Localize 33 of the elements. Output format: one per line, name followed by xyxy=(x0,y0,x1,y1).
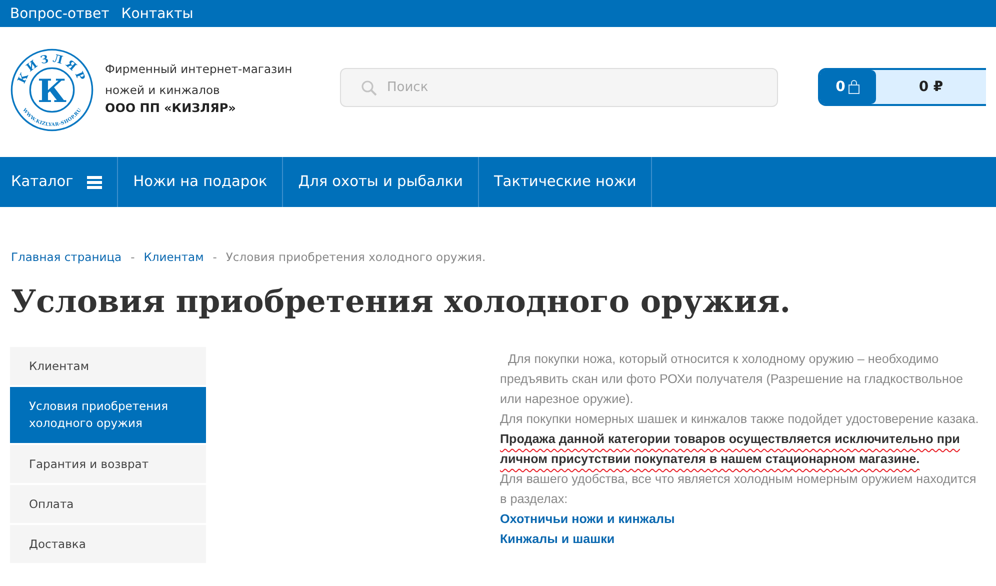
section-link[interactable]: Кинжалы и шашки xyxy=(500,529,986,549)
nav-item[interactable]: Каталог xyxy=(0,157,118,207)
menu-icon xyxy=(87,176,102,188)
paragraph: Продажа данной категории товаров осуществляется исключительно при личном присутствии покупателя в нашем стационарном магазине. xyxy=(500,431,961,468)
paragraph: Для покупки ножа, который относится к холодному оружию – необходимо предъявить скан или фото РОХи получателя (Разрешение на гладкоствольное или нарезное оружие). xyxy=(500,351,964,408)
cart-total: 0 ₽ xyxy=(918,79,944,95)
sidebar-item[interactable]: Доставка xyxy=(10,525,206,563)
paragraph: Для покупки номерных шашек и кинжалов также подойдет удостоверение казака. xyxy=(500,411,980,428)
breadcrumb-link[interactable]: Главная страница xyxy=(11,250,122,264)
breadcrumb-current: Условия приобретения холодного оружия. xyxy=(226,250,486,264)
cart-count-button[interactable]: 0 xyxy=(820,70,876,104)
section-link[interactable]: Охотничьи ножи и кинжалы xyxy=(500,509,986,529)
company-name: ООО ПП «КИЗЛЯР» xyxy=(105,101,237,115)
paragraph: Для вашего удобства, все что является холодным номерным оружием находится в разделах: xyxy=(500,471,978,508)
tagline-text: Фирменный интернет-магазин xyxy=(105,61,294,78)
page-title: Условия приобретения холодного оружия. xyxy=(11,284,792,322)
top-link[interactable]: Контакты xyxy=(121,6,194,22)
nav-item[interactable]: Тактические ножи xyxy=(478,157,652,207)
nav-item[interactable]: Для охоты и рыбалки xyxy=(283,157,479,207)
search-field[interactable]: Поиск xyxy=(340,68,778,106)
sidebar-item[interactable]: Условия приобретения холодного оружия xyxy=(10,387,206,443)
search-icon xyxy=(361,80,377,96)
bag-icon xyxy=(848,80,860,94)
breadcrumb-link[interactable]: Клиентам xyxy=(144,250,204,264)
top-link[interactable]: Вопрос-ответ xyxy=(10,6,110,22)
tagline-text: ножей и кинжалов xyxy=(105,82,221,99)
breadcrumb-separator: - xyxy=(130,250,135,264)
sidebar-item[interactable]: Гарантия и возврат xyxy=(10,445,206,483)
sidebar-item[interactable]: Оплата xyxy=(10,485,206,523)
breadcrumb-separator: - xyxy=(212,250,217,264)
cart-widget[interactable]: 0 0 ₽ xyxy=(818,68,986,106)
nav-item[interactable]: Ножи на подарок xyxy=(118,157,284,207)
sidebar-item[interactable]: Клиентам xyxy=(10,347,206,385)
